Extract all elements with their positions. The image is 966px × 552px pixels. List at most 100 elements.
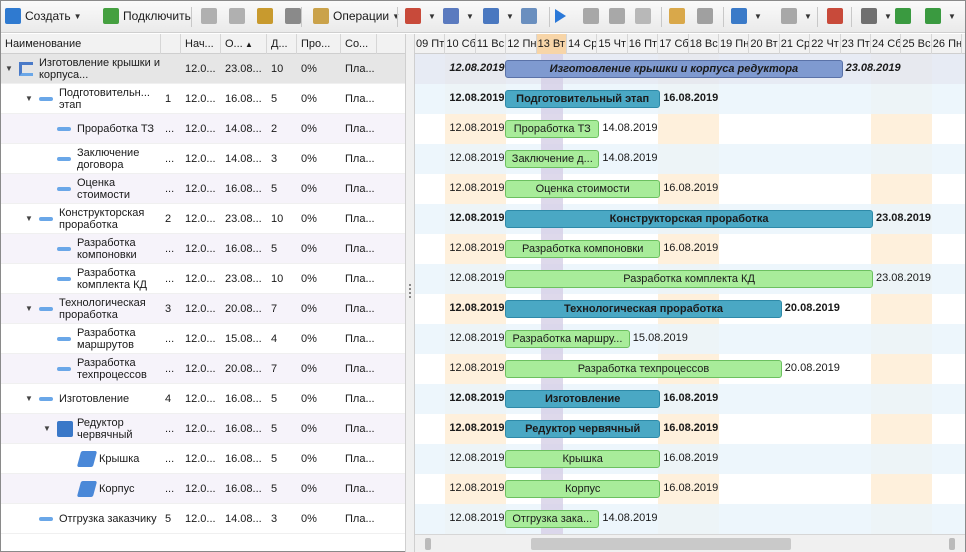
table-row[interactable]: ▼ Редуктор червячный... 12.0... 16.08... 5 0%… <box>1 414 405 444</box>
pause-button[interactable] <box>583 5 603 27</box>
day-header[interactable]: 17 Сб <box>658 34 689 54</box>
gantt-bar-summary[interactable]: Изготовление <box>505 390 661 408</box>
splitter-grip-icon[interactable] <box>409 284 411 298</box>
gantt-bar-summary[interactable]: Технологическая проработка <box>505 300 782 318</box>
settings-button[interactable] <box>521 5 541 27</box>
table-row[interactable]: Крышка... 12.0... 16.08... 5 0% Пла... <box>1 444 405 474</box>
column-header[interactable] <box>161 34 181 54</box>
link-button[interactable] <box>285 5 305 27</box>
calendar-button[interactable]: ▼ <box>405 5 436 27</box>
expand-toggle-icon[interactable]: ▼ <box>43 424 51 433</box>
zoom-out-button[interactable]: ▼ <box>925 5 956 27</box>
gantt-bar-task[interactable]: Разработка компоновки <box>505 240 661 258</box>
day-header[interactable]: 11 Вс <box>476 34 507 54</box>
dropdown-arrow-icon[interactable]: ▼ <box>506 12 514 21</box>
dropdown-arrow-icon[interactable]: ▼ <box>428 12 436 21</box>
resource-button[interactable] <box>257 5 277 27</box>
expand-toggle-icon[interactable]: ▼ <box>25 94 33 103</box>
connect-button[interactable]: Подключить <box>103 5 191 27</box>
sort-asc-icon[interactable]: ▲ <box>243 40 253 49</box>
day-header[interactable]: 26 Пн <box>932 34 963 54</box>
gantt-bar-task[interactable]: Разработка маршру... <box>505 330 630 348</box>
gantt-bar-task[interactable]: Разработка комплекта КД <box>505 270 873 288</box>
table-row[interactable]: ▼ Изготовление крышки и корпуса... 12.0...… <box>1 54 405 84</box>
gantt-bar-task[interactable]: Корпус <box>505 480 661 498</box>
table-row[interactable]: ▼ Подготовительн... этап 1 12.0... 16.08... 5… <box>1 84 405 114</box>
table-row[interactable]: Разработка техпроцессов... 12.0... 20.08..… <box>1 354 405 384</box>
table-row[interactable]: Разработка маршрутов... 12.0... 15.08... 4 0… <box>1 324 405 354</box>
day-header[interactable]: 13 Вт <box>536 34 567 54</box>
zoom-in-button[interactable] <box>895 5 915 27</box>
day-header[interactable]: 14 Ср <box>567 34 598 54</box>
day-header[interactable]: 09 Пт <box>415 34 446 54</box>
table-row[interactable]: Оценка стоимости... 12.0... 16.08... 5 0% Пла… <box>1 174 405 204</box>
gantt-bar-summary[interactable]: Редуктор червячный <box>505 420 661 438</box>
redo-button[interactable]: ▼ <box>781 5 812 27</box>
create-button[interactable]: Создать ▼ <box>5 5 82 27</box>
gantt-bar-task[interactable]: Оценка стоимости <box>505 180 661 198</box>
table-row[interactable]: Разработка компоновки... 12.0... 16.08... 5… <box>1 234 405 264</box>
gantt-bar-task[interactable]: Разработка техпроцессов <box>505 360 782 378</box>
table-row[interactable]: Заключение договора... 12.0... 14.08... 3 0%… <box>1 144 405 174</box>
dropdown-arrow-icon[interactable]: ▼ <box>804 12 812 21</box>
horizontal-scrollbar[interactable] <box>415 534 965 552</box>
expand-toggle-icon[interactable]: ▼ <box>25 214 33 223</box>
table-row[interactable]: ▼ Изготовление 4 12.0... 16.08... 5 0% Пла... <box>1 384 405 414</box>
table-row[interactable]: Разработка комплекта КД... 12.0... 23.08..… <box>1 264 405 294</box>
dropdown-arrow-icon[interactable]: ▼ <box>884 12 892 21</box>
day-header[interactable]: 19 Пн <box>719 34 750 54</box>
dropdown-arrow-icon[interactable]: ▼ <box>948 12 956 21</box>
dropdown-arrow-icon[interactable]: ▼ <box>466 12 474 21</box>
day-header[interactable]: 16 Пт <box>628 34 659 54</box>
column-header[interactable]: Про... <box>297 34 341 54</box>
column-header[interactable]: Со... <box>341 34 377 54</box>
table-row[interactable]: Отгрузка заказчику 5 12.0... 14.08... 3 0% Пла… <box>1 504 405 534</box>
column-header[interactable]: Д... <box>267 34 297 54</box>
gantt-bar-summary[interactable]: Подготовительный этап <box>505 90 661 108</box>
gantt-bar-task[interactable]: Заключение д... <box>505 150 600 168</box>
day-header[interactable]: 24 Сб <box>871 34 902 54</box>
date-button[interactable] <box>827 5 847 27</box>
table-button[interactable] <box>697 5 717 27</box>
table-row[interactable]: ▼ Технологическая проработка 3 12.0... 20.08… <box>1 294 405 324</box>
expand-toggle-icon[interactable]: ▼ <box>25 304 33 313</box>
gantt-bar-project[interactable]: Изготовление крышки и корпуса редуктора <box>505 60 843 78</box>
column-header[interactable]: Наименование <box>1 34 161 54</box>
expand-toggle-icon[interactable]: ▼ <box>25 394 33 403</box>
scroll-right-arrow-icon[interactable] <box>949 538 955 550</box>
column-header[interactable]: О... ▲ <box>221 34 267 54</box>
percent-button[interactable]: ▼ <box>443 5 474 27</box>
users-button[interactable]: ▼ <box>483 5 514 27</box>
undo-button[interactable]: ▼ <box>731 5 762 27</box>
day-header[interactable]: 12 Пн <box>506 34 537 54</box>
dropdown-arrow-icon[interactable]: ▼ <box>74 12 82 21</box>
scroll-left-arrow-icon[interactable] <box>425 538 431 550</box>
table-row[interactable]: Проработка ТЗ... 12.0... 14.08... 2 0% Пла... <box>1 114 405 144</box>
dropdown-arrow-icon[interactable]: ▼ <box>754 12 762 21</box>
day-header[interactable]: 15 Чт <box>597 34 628 54</box>
expand-toggle-icon[interactable]: ▼ <box>5 64 13 73</box>
gantt-bar-task[interactable]: Проработка ТЗ <box>505 120 600 138</box>
scroll-thumb[interactable] <box>531 538 791 550</box>
operations-button[interactable]: Операции▼ <box>313 5 400 27</box>
step-button[interactable] <box>609 5 629 27</box>
column-header[interactable]: Нач... <box>181 34 221 54</box>
table-row[interactable]: Корпус... 12.0... 16.08... 5 0% Пла... <box>1 474 405 504</box>
print-button[interactable]: ▼ <box>861 5 892 27</box>
day-header[interactable]: 21 Ср <box>780 34 811 54</box>
schedule-button[interactable] <box>669 5 689 27</box>
move-right-button[interactable] <box>229 5 249 27</box>
day-header[interactable]: 18 Вс <box>689 34 719 54</box>
gantt-bar-summary[interactable]: Конструкторская проработка <box>505 210 873 228</box>
day-header[interactable]: 10 Сб <box>445 34 476 54</box>
gantt-bar-task[interactable]: Крышка <box>505 450 661 468</box>
move-left-button[interactable] <box>201 5 221 27</box>
stop-button[interactable] <box>635 5 655 27</box>
gantt-bar-task[interactable]: Отгрузка зака... <box>505 510 600 528</box>
day-header[interactable]: 25 Вс <box>901 34 932 54</box>
day-header[interactable]: 23 Пт <box>841 34 871 54</box>
day-header[interactable]: 20 Вт <box>749 34 780 54</box>
table-row[interactable]: ▼ Конструкторская проработка 2 12.0... 23.08… <box>1 204 405 234</box>
play-button[interactable] <box>555 5 570 27</box>
splitter[interactable] <box>405 34 415 552</box>
